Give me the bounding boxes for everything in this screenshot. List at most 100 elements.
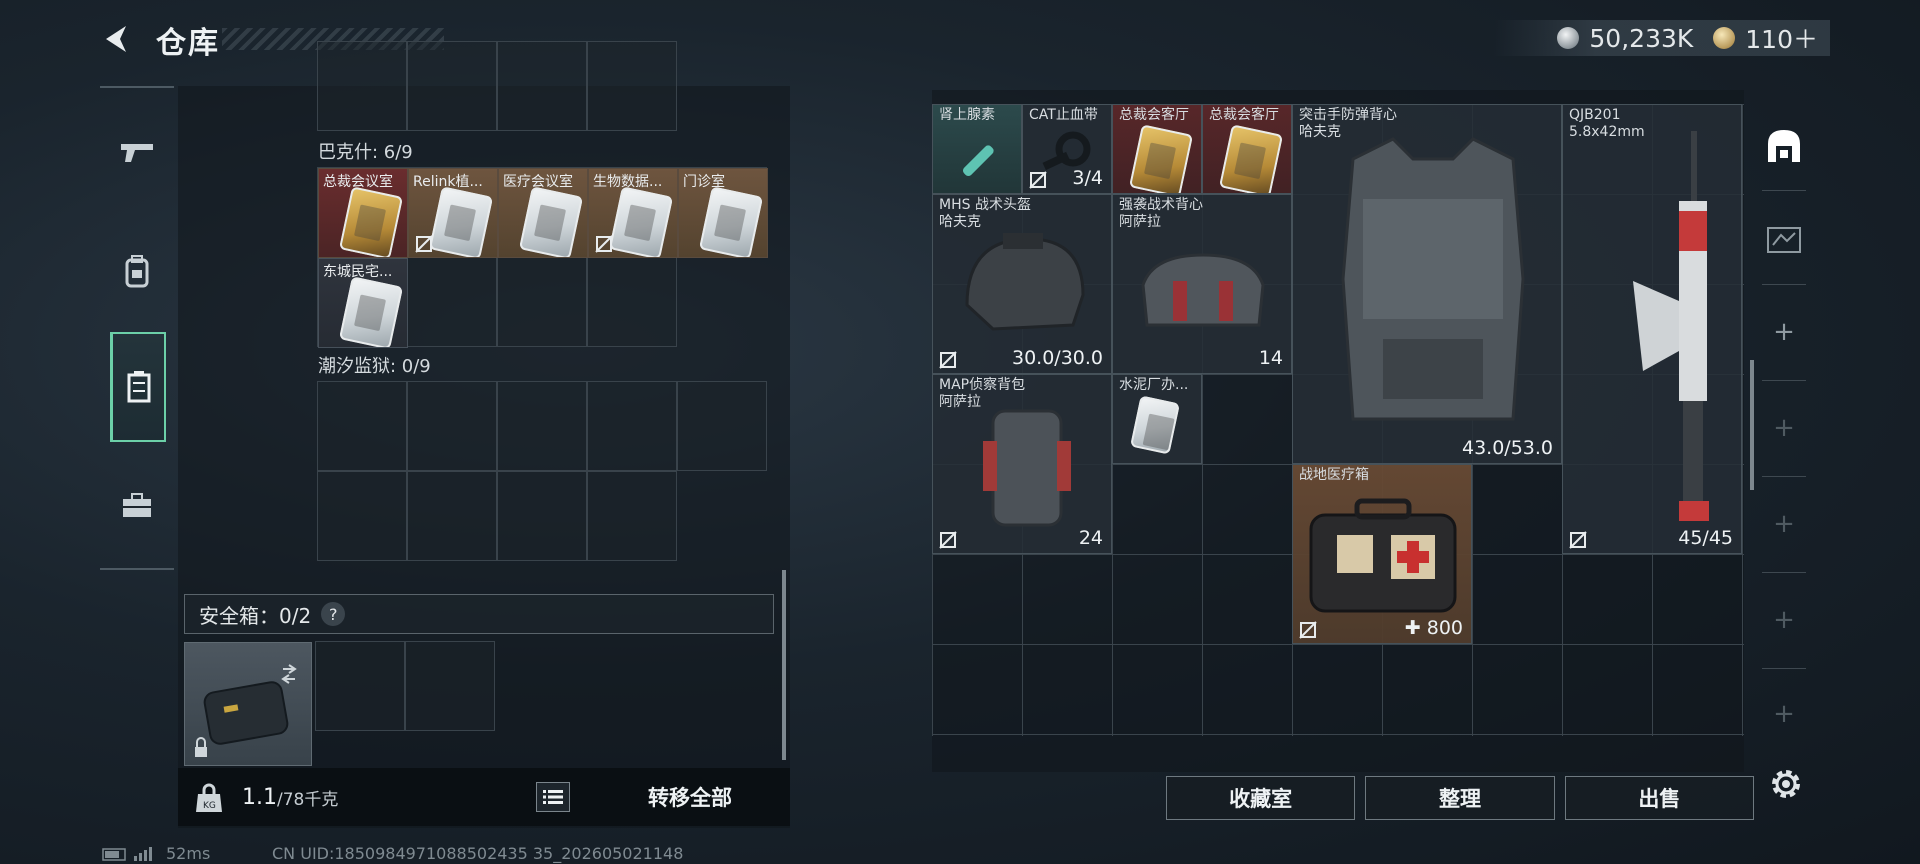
grid-cell[interactable] — [677, 381, 767, 471]
keycard-item[interactable]: Relink植... — [408, 168, 498, 258]
nav-containers[interactable] — [110, 332, 166, 442]
plus-icon: + — [1773, 605, 1795, 635]
adrenaline-item[interactable]: 肾上腺素 — [932, 104, 1022, 194]
grid-cell[interactable] — [407, 41, 497, 131]
nav-weapons[interactable] — [108, 124, 166, 182]
grid-cell[interactable] — [317, 41, 407, 131]
safe-slot[interactable] — [405, 641, 495, 731]
key-item[interactable]: 水泥厂办... — [1112, 374, 1202, 464]
keycard-item[interactable]: 总裁会客厅 — [1112, 104, 1202, 194]
help-icon[interactable]: ? — [321, 602, 346, 626]
no-bind-icon — [1569, 531, 1587, 549]
rifle-item[interactable]: QJB201 5.8x42mm 45/45 — [1562, 104, 1742, 554]
grid-cell[interactable] — [497, 41, 587, 131]
safe-box-label: 安全箱：0/2 — [199, 603, 312, 628]
partial-grid — [317, 41, 678, 132]
grid-cell[interactable] — [317, 471, 407, 561]
transfer-all-button[interactable]: 转移全部 — [610, 778, 770, 816]
gold-amount: 110＋ — [1745, 25, 1818, 54]
chaoxi-grid — [317, 381, 768, 562]
backpack-icon — [125, 255, 149, 288]
back-arrow-icon[interactable] — [100, 22, 134, 56]
plus-icon: + — [1773, 413, 1795, 443]
medkit-icon — [1309, 498, 1457, 613]
tab-warehouse[interactable] — [1758, 120, 1810, 172]
grid-cell[interactable] — [407, 381, 497, 471]
safe-box-grid — [315, 641, 498, 732]
sort-button[interactable]: 整理 — [1365, 776, 1555, 820]
grid-cell[interactable] — [497, 381, 587, 471]
durability: 30.0/30.0 — [1011, 347, 1103, 369]
no-bind-icon — [1029, 171, 1047, 189]
nav-backpack[interactable] — [108, 242, 166, 300]
chest-rig-item[interactable]: 强袭战术背心 阿萨拉 14 — [1112, 194, 1292, 374]
grid-cell[interactable] — [587, 381, 677, 471]
grid-cell[interactable] — [587, 471, 677, 561]
keycard-icon — [1218, 124, 1284, 193]
keycard-item[interactable]: 生物数据... — [588, 168, 678, 258]
grid-cell[interactable] — [407, 257, 497, 347]
no-bind-icon — [939, 531, 957, 549]
armor-vest-item[interactable]: 突击手防弹背心 哈夫克 43.0/53.0 — [1292, 104, 1562, 464]
keycard-item[interactable]: 东城民宅... — [318, 258, 408, 348]
item-name: 战地医疗箱 — [1299, 467, 1369, 483]
keycard-icon — [698, 186, 764, 257]
tab-add-5[interactable]: + — [1758, 688, 1810, 740]
tourniquet-item[interactable]: CAT止血带 3/4 — [1022, 104, 1112, 194]
sell-button[interactable]: 出售 — [1564, 776, 1754, 820]
safe-slot[interactable] — [315, 641, 405, 731]
capacity: 14 — [1258, 347, 1283, 369]
ping: 52ms — [166, 844, 211, 863]
item-name: CAT止血带 — [1029, 107, 1098, 123]
item-name: 肾上腺素 — [939, 107, 995, 123]
tab-add-4[interactable]: + — [1758, 594, 1810, 646]
no-bind-icon — [1299, 621, 1317, 639]
keycard-icon — [428, 186, 494, 257]
keycard-item[interactable]: 总裁会客厅 — [1202, 104, 1292, 194]
nav-toolbox[interactable] — [108, 476, 166, 534]
durability: 43.0/53.0 — [1461, 437, 1553, 459]
keycard-item[interactable]: 总裁会议室 — [318, 168, 408, 258]
safe-case-icon — [195, 664, 297, 757]
grid-cell[interactable] — [587, 41, 677, 131]
item-name: 强袭战术背心 阿萨拉 — [1119, 197, 1203, 230]
grid-cell[interactable] — [587, 257, 677, 347]
grid-cell[interactable] — [317, 381, 407, 471]
container-icon — [127, 371, 150, 403]
safe-box-case[interactable] — [184, 642, 312, 766]
weight-value: 1.1 — [242, 784, 277, 810]
bakeshi-label: 巴克什: 6/9 — [318, 142, 413, 163]
no-bind-icon — [595, 235, 613, 253]
keycard-item[interactable]: 医疗会议室 — [498, 168, 588, 258]
medkit-uses: ✚ 800 — [1404, 617, 1463, 639]
list-view-button[interactable] — [536, 782, 570, 812]
keycard-item[interactable]: 门诊室 — [678, 168, 768, 258]
currency-bar: 50,233K 110＋ — [1494, 20, 1830, 56]
right-scrollbar[interactable] — [1750, 360, 1754, 490]
tab-add-3[interactable]: + — [1758, 498, 1810, 550]
gold-coin-icon — [1713, 27, 1736, 49]
tab-add-1[interactable]: + — [1758, 306, 1810, 358]
player-uid: CN UID:1850984971088502435 35_2026050211… — [272, 844, 684, 863]
list-icon — [543, 790, 563, 804]
grid-cell[interactable] — [497, 257, 587, 347]
tab-add-2[interactable]: + — [1758, 402, 1810, 454]
grid-cell[interactable] — [407, 471, 497, 561]
weight-icon: KG — [196, 783, 222, 812]
weight-max: /78千克 — [277, 789, 339, 810]
item-label: 医疗会议室 — [503, 174, 573, 190]
left-scrollbar[interactable] — [782, 570, 786, 760]
gun-icon — [121, 144, 153, 162]
plus-icon: + — [1773, 699, 1795, 729]
collection-room-button[interactable]: 收藏室 — [1166, 776, 1356, 820]
battery-signal-icon — [102, 846, 152, 861]
tab-gear-sets[interactable] — [1758, 214, 1810, 266]
helmet-item[interactable]: MHS 战术头盔 哈夫克 30.0/30.0 — [932, 194, 1112, 374]
capacity: 24 — [1078, 527, 1103, 549]
backpack-item[interactable]: MAP侦察背包 阿萨拉 24 — [932, 374, 1112, 554]
keycard-icon — [338, 186, 404, 257]
medkit-item[interactable]: 战地医疗箱 ✚ 800 — [1292, 464, 1472, 644]
settings-gear-icon[interactable] — [1768, 766, 1804, 802]
grid-cell[interactable] — [497, 471, 587, 561]
backpack-icon — [983, 409, 1071, 527]
